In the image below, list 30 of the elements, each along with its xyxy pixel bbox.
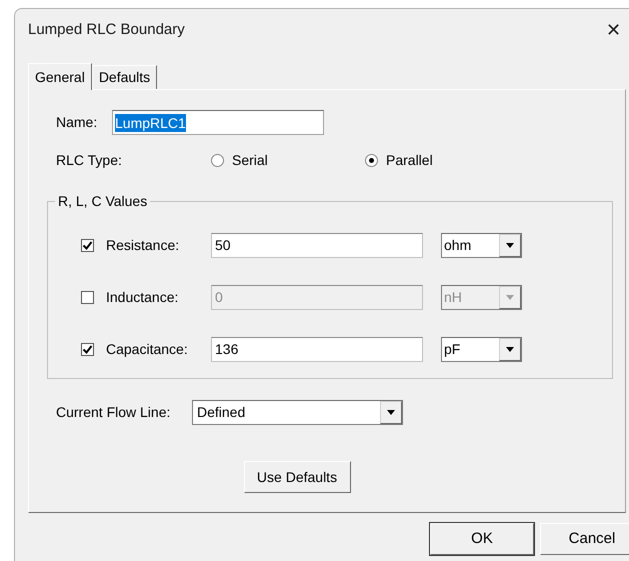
value-field[interactable]: 136 bbox=[211, 337, 423, 362]
window-title: Lumped RLC Boundary bbox=[28, 20, 186, 40]
current-flow-line-label: Current Flow Line: bbox=[56, 403, 172, 422]
current-flow-line-dropdown[interactable]: Defined bbox=[192, 400, 403, 425]
name-field[interactable]: LumpRLC1 bbox=[112, 110, 324, 135]
value-label: Inductance: bbox=[106, 288, 180, 307]
radio-button[interactable] bbox=[365, 154, 378, 166]
radio-label: Parallel bbox=[386, 150, 433, 170]
caret-icon bbox=[506, 295, 514, 300]
radio-label: Serial bbox=[232, 150, 268, 170]
rlc-type-label: RLC Type: bbox=[56, 150, 123, 170]
radio-button[interactable] bbox=[211, 154, 224, 166]
tab[interactable]: General bbox=[28, 63, 92, 90]
dialog-button[interactable]: Cancel bbox=[540, 523, 629, 555]
unit-dropdown[interactable]: ohm bbox=[441, 233, 522, 258]
checkbox[interactable] bbox=[81, 239, 94, 252]
value-label: Capacitance: bbox=[106, 340, 189, 359]
value-field[interactable]: 50 bbox=[211, 233, 423, 258]
checkbox[interactable] bbox=[81, 343, 94, 356]
name-label: Name: bbox=[56, 113, 98, 132]
checkbox[interactable] bbox=[81, 291, 94, 304]
caret-icon bbox=[506, 347, 514, 352]
dialog-button[interactable]: OK bbox=[430, 523, 534, 555]
use-defaults-button[interactable]: Use Defaults bbox=[244, 461, 350, 493]
unit-dropdown[interactable]: pF bbox=[441, 337, 522, 362]
caret-icon bbox=[506, 243, 514, 248]
value-label: Resistance: bbox=[106, 236, 180, 255]
tab[interactable]: Defaults bbox=[92, 65, 158, 89]
close-button[interactable]: ✕ bbox=[606, 21, 621, 39]
caret-icon bbox=[387, 410, 395, 415]
